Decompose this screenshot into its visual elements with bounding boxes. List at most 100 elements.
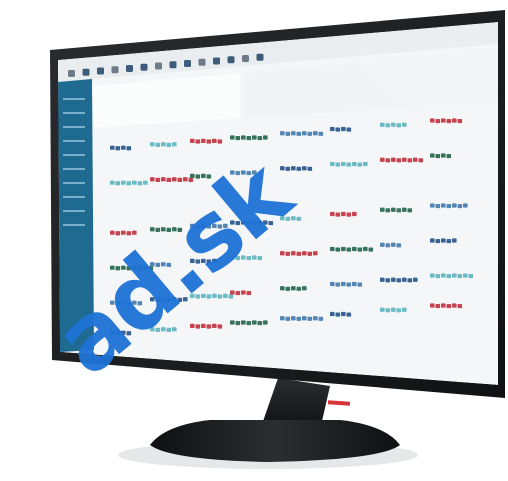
status-chip [396, 308, 402, 313]
status-chip [385, 158, 391, 163]
status-chip [346, 212, 352, 217]
status-chip [110, 230, 115, 235]
status-chip [352, 211, 357, 217]
status-chip [291, 131, 296, 136]
sidebar-item[interactable] [63, 210, 85, 212]
status-chip [280, 166, 285, 171]
toolbar-icon[interactable] [111, 66, 119, 74]
sidebar-item[interactable] [63, 98, 85, 100]
status-chip [402, 207, 407, 212]
status-chip [241, 135, 246, 140]
stand-base [150, 420, 400, 462]
status-chip [252, 135, 257, 140]
status-chip [380, 242, 385, 247]
toolbar-icon[interactable] [126, 65, 133, 72]
toolbar-icon[interactable] [97, 67, 104, 75]
status-chip [441, 238, 446, 243]
status-chip [195, 139, 201, 144]
status-chip [195, 324, 201, 329]
status-chip [391, 277, 396, 282]
status-chip [126, 181, 132, 186]
sidebar-item[interactable] [63, 224, 85, 226]
status-chip [357, 282, 363, 287]
status-chip [396, 243, 402, 248]
toolbar-icon[interactable] [184, 60, 191, 67]
toolbar-icon[interactable] [155, 62, 162, 70]
status-chip [418, 158, 424, 163]
status-chip [396, 123, 402, 128]
status-chip [143, 180, 148, 185]
toolbar-icon[interactable] [82, 68, 90, 76]
status-chip [385, 308, 391, 313]
toolbar-icon[interactable] [227, 56, 235, 64]
status-chip [115, 181, 121, 186]
toolbar-icon[interactable] [213, 57, 220, 65]
sidebar-item[interactable] [63, 112, 85, 114]
status-chip [190, 138, 195, 143]
status-chip [201, 138, 206, 143]
status-chip [396, 278, 402, 283]
status-chip [346, 312, 352, 317]
status-chip [385, 278, 391, 283]
status-chip [363, 161, 368, 167]
status-chip [302, 316, 307, 321]
status-chip [430, 153, 435, 158]
status-chip [463, 273, 468, 278]
status-chip [391, 307, 396, 312]
status-chip [341, 311, 346, 317]
status-chip [285, 166, 291, 171]
status-chip [430, 203, 435, 208]
status-chip [313, 316, 318, 321]
status-chip [172, 142, 177, 147]
status-chip [252, 320, 257, 325]
status-chip [246, 320, 252, 326]
status-chip [341, 281, 346, 287]
sidebar-item[interactable] [63, 196, 85, 198]
toolbar-icon[interactable] [198, 58, 206, 66]
status-chip [313, 251, 318, 256]
status-chip [291, 286, 296, 291]
toolbar-icon[interactable] [140, 63, 148, 71]
status-chip [435, 203, 441, 209]
sidebar-item[interactable] [63, 154, 85, 156]
sidebar-item[interactable] [63, 168, 85, 170]
status-chip [368, 247, 374, 252]
toolbar-icon[interactable] [256, 53, 264, 61]
status-chip [446, 118, 452, 124]
status-chip [380, 122, 385, 127]
status-chip [212, 138, 217, 143]
status-chip [330, 126, 335, 132]
status-chip [430, 273, 435, 278]
status-chip [302, 166, 307, 171]
sidebar-item[interactable] [63, 140, 85, 142]
status-chip [352, 161, 357, 167]
status-chip [212, 323, 217, 328]
status-chip [313, 131, 318, 136]
toolbar-icon[interactable] [169, 61, 177, 69]
status-chip [291, 316, 296, 321]
status-chip [161, 177, 166, 182]
status-chip [291, 251, 296, 256]
toolbar-icon[interactable] [242, 55, 249, 62]
status-chip [285, 251, 291, 256]
status-chip [177, 177, 183, 182]
status-chip [441, 273, 446, 278]
status-chip [391, 122, 396, 127]
status-chip [296, 131, 302, 136]
status-chip [155, 177, 161, 182]
status-chip [441, 203, 446, 208]
status-chip [285, 286, 291, 291]
sidebar-item[interactable] [63, 126, 85, 128]
status-chip [402, 157, 407, 162]
status-chip [110, 145, 115, 150]
toolbar-icon[interactable] [68, 70, 75, 77]
status-chip [335, 247, 341, 252]
status-chip [346, 247, 352, 252]
status-chip [115, 231, 121, 236]
status-chip [435, 273, 441, 279]
status-chip [341, 211, 346, 217]
sidebar-item[interactable] [63, 182, 85, 184]
status-chip [380, 207, 385, 212]
status-chip [430, 238, 435, 243]
status-chip [396, 158, 402, 163]
